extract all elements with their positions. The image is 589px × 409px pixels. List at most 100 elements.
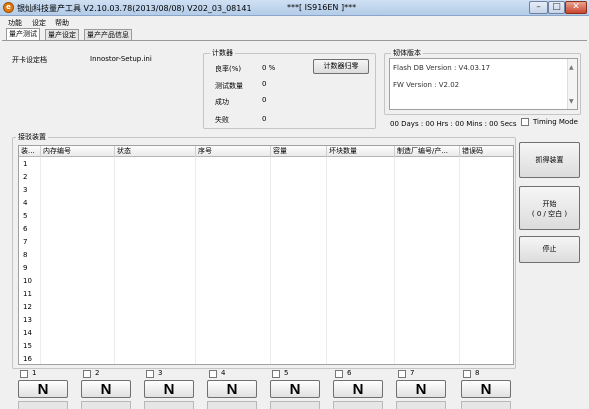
port-7-label: 7 — [410, 369, 415, 377]
col-slot[interactable]: 装... — [19, 146, 41, 157]
menu-function[interactable]: 功能 — [8, 18, 22, 28]
col-status[interactable]: 状态 — [115, 146, 196, 157]
config-file: Innostor-Setup.ini — [90, 55, 152, 63]
port-1-status-button[interactable]: N — [18, 380, 68, 398]
device-table[interactable]: 装... 内存编号 状态 序号 容量 坏块数量 制造厂编号/产... 错误码 1… — [18, 145, 514, 365]
col-vendor-id[interactable]: 制造厂编号/产... — [395, 146, 460, 157]
port-5-label: 5 — [284, 369, 289, 377]
port-6-progress — [333, 401, 383, 409]
maximize-button[interactable]: □ — [548, 1, 565, 14]
port-8-status-button[interactable]: N — [461, 380, 511, 398]
table-row[interactable]: 2 — [23, 173, 27, 181]
port-6-checkbox[interactable] — [335, 370, 343, 378]
port-2-status-button[interactable]: N — [81, 380, 131, 398]
port-3-progress — [144, 401, 194, 409]
tab-mass-production-test[interactable]: 量产测试 — [6, 28, 40, 40]
port-1-checkbox[interactable] — [20, 370, 28, 378]
test-count-value: 0 — [262, 80, 267, 88]
table-row[interactable]: 10 — [23, 277, 32, 285]
port-7-progress — [396, 401, 446, 409]
success-value: 0 — [262, 96, 267, 104]
port-3-status-button[interactable]: N — [144, 380, 194, 398]
port-1-label: 1 — [32, 369, 37, 377]
get-devices-button[interactable]: 抓得装置 — [519, 142, 580, 178]
window-title: 银灿科技量产工具 V2.10.03.78(2013/08/08) V202_03… — [17, 4, 252, 13]
table-row[interactable]: 16 — [23, 355, 32, 363]
fail-label: 失败 — [215, 116, 229, 124]
scroll-down-icon[interactable]: ▼ — [569, 98, 574, 105]
port-2-label: 2 — [95, 369, 100, 377]
col-divider — [114, 157, 115, 364]
table-row[interactable]: 15 — [23, 342, 32, 350]
col-divider — [326, 157, 327, 364]
yield-value: 0 % — [262, 64, 276, 72]
col-divider — [195, 157, 196, 364]
col-memory-id[interactable]: 内存编号 — [41, 146, 115, 157]
port-5-checkbox[interactable] — [272, 370, 280, 378]
table-row[interactable]: 6 — [23, 225, 27, 233]
port-2-checkbox[interactable] — [83, 370, 91, 378]
tab-product-info[interactable]: 量产产品信息 — [84, 29, 132, 40]
col-serial[interactable]: 序号 — [196, 146, 271, 157]
start-button-count: ( 0 / 空白 ) — [531, 210, 568, 218]
timing-mode-checkbox[interactable] — [521, 118, 529, 126]
port-4-progress — [207, 401, 257, 409]
tab-mass-production-settings[interactable]: 量产设定 — [45, 29, 79, 40]
port-5-status-button[interactable]: N — [270, 380, 320, 398]
table-row[interactable]: 4 — [23, 199, 27, 207]
table-row[interactable]: 12 — [23, 303, 32, 311]
table-row[interactable]: 13 — [23, 316, 32, 324]
port-1-progress — [18, 401, 68, 409]
start-button[interactable]: 开始 ( 0 / 空白 ) — [519, 186, 580, 230]
port-7-checkbox[interactable] — [398, 370, 406, 378]
port-2-progress — [81, 401, 131, 409]
start-button-label: 开始 — [542, 200, 557, 208]
menu-bar: 功能 设定 帮助 — [0, 16, 589, 28]
firmware-scrollbar[interactable]: ▲ ▼ — [567, 59, 577, 109]
table-row[interactable]: 14 — [23, 329, 32, 337]
table-header: 装... 内存编号 状态 序号 容量 坏块数量 制造厂编号/产... 错误码 — [19, 146, 513, 157]
tab-strip: 量产测试 量产设定 量产产品信息 — [0, 28, 589, 40]
table-row[interactable]: 7 — [23, 238, 27, 246]
success-label: 成功 — [215, 98, 229, 106]
fw-version: FW Version : V2.02 — [393, 81, 460, 89]
port-4-checkbox[interactable] — [209, 370, 217, 378]
table-row[interactable]: 9 — [23, 264, 27, 272]
table-row[interactable]: 5 — [23, 212, 27, 220]
stop-button[interactable]: 停止 — [519, 236, 580, 263]
config-label: 开卡设定档 — [12, 56, 47, 64]
port-8-progress — [461, 401, 511, 409]
table-row[interactable]: 11 — [23, 290, 32, 298]
col-divider — [459, 157, 460, 364]
reset-counter-button[interactable]: 计数器归零 — [313, 59, 369, 74]
port-3-checkbox[interactable] — [146, 370, 154, 378]
fail-value: 0 — [262, 115, 267, 123]
table-row[interactable]: 8 — [23, 251, 27, 259]
col-divider — [270, 157, 271, 364]
port-3-label: 3 — [158, 369, 163, 377]
minimize-button[interactable]: – — [529, 1, 548, 14]
port-8-label: 8 — [475, 369, 480, 377]
port-4-label: 4 — [221, 369, 226, 377]
scroll-up-icon[interactable]: ▲ — [569, 64, 574, 71]
port-6-label: 6 — [347, 369, 352, 377]
table-row[interactable]: 3 — [23, 186, 27, 194]
table-row[interactable]: 1 — [23, 160, 27, 168]
port-6-status-button[interactable]: N — [333, 380, 383, 398]
col-bad-blocks[interactable]: 坏块数量 — [327, 146, 395, 157]
col-capacity[interactable]: 容量 — [271, 146, 327, 157]
port-8-checkbox[interactable] — [463, 370, 471, 378]
col-divider — [394, 157, 395, 364]
counter-title: 计数器 — [210, 48, 235, 58]
device-group-title: 接驳装置 — [16, 132, 48, 142]
yield-label: 良率(%) — [215, 65, 242, 73]
menu-settings[interactable]: 设定 — [32, 18, 46, 28]
menu-help[interactable]: 帮助 — [55, 18, 69, 28]
port-4-status-button[interactable]: N — [207, 380, 257, 398]
close-button[interactable]: ✕ — [565, 1, 587, 14]
port-7-status-button[interactable]: N — [396, 380, 446, 398]
col-divider — [40, 157, 41, 364]
firmware-info-box: Flash DB Version : V4.03.17 FW Version :… — [389, 58, 578, 110]
col-error-code[interactable]: 错误码 — [460, 146, 513, 157]
timing-mode-label: Timing Mode — [533, 118, 578, 126]
